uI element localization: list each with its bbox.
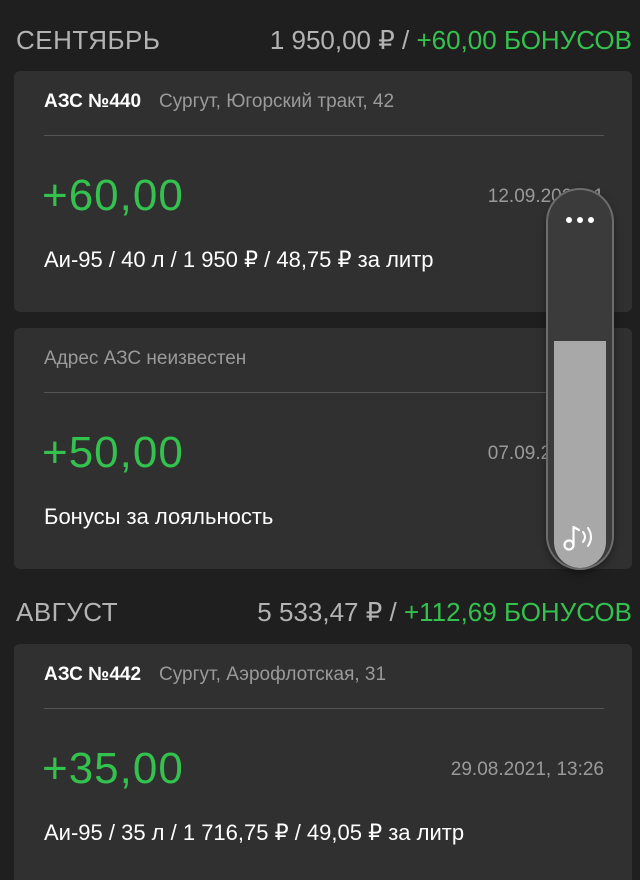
transaction-details: Аи-95 / 40 л / 1 950 ₽ / 48,75 ₽ за литр xyxy=(44,247,434,272)
card-header: АЗС №440 Сургут, Югорский тракт, 42 xyxy=(44,87,394,117)
month-spent: 1 950,00 ₽ xyxy=(269,24,395,55)
bonus-amount: +50,00 xyxy=(42,428,184,477)
month-separator: / xyxy=(394,24,417,55)
station-address: Сургут, Югорский тракт, 42 xyxy=(159,91,395,112)
month-header-september: СЕНТЯБРЬ 1 950,00 ₽ / +60,00 БОНУСОВ xyxy=(0,12,640,68)
month-totals: 5 533,47 ₽ / +112,69 БОНУСОВ xyxy=(257,597,632,628)
transaction-details: Бонусы за лояльность xyxy=(44,504,274,529)
bonus-amount: +35,00 xyxy=(42,744,184,793)
transaction-card[interactable]: АЗС №440 Сургут, Югорский тракт, 42 +60,… xyxy=(14,71,632,312)
month-bonus: +60,00 БОНУСОВ xyxy=(416,24,632,55)
month-name: АВГУСТ xyxy=(16,596,119,627)
more-dots-icon xyxy=(566,217,594,223)
volume-menu-button[interactable] xyxy=(548,190,612,250)
card-header: Адрес АЗС неизвестен xyxy=(44,344,246,374)
month-separator: / xyxy=(382,596,404,627)
music-note-volume-icon[interactable] xyxy=(548,520,612,554)
card-header: АЗС №442 Сургут, Аэрофлотская, 31 xyxy=(44,660,386,690)
transaction-card[interactable]: АЗС №442 Сургут, Аэрофлотская, 31 +35,00… xyxy=(14,644,632,880)
bonus-amount: +60,00 xyxy=(42,171,184,220)
divider xyxy=(44,392,604,393)
transaction-details: Аи-95 / 35 л / 1 716,75 ₽ / 49,05 ₽ за л… xyxy=(44,820,465,845)
station-name: АЗС №442 xyxy=(44,664,142,685)
transaction-date: 29.08.2021, 13:26 xyxy=(450,759,604,780)
station-address-unknown: Адрес АЗС неизвестен xyxy=(44,348,247,369)
volume-slider[interactable] xyxy=(548,190,612,568)
transaction-card[interactable]: Адрес АЗС неизвестен +50,00 07.09.2021, … xyxy=(14,328,632,569)
bonus-history-screen: СЕНТЯБРЬ 1 950,00 ₽ / +60,00 БОНУСОВ АЗС… xyxy=(0,0,640,880)
month-totals: 1 950,00 ₽ / +60,00 БОНУСОВ xyxy=(270,25,632,56)
station-address: Сургут, Аэрофлотская, 31 xyxy=(159,664,387,685)
month-name: СЕНТЯБРЬ xyxy=(16,24,161,55)
divider xyxy=(44,135,604,136)
month-bonus: +112,69 БОНУСОВ xyxy=(403,596,632,627)
station-name: АЗС №440 xyxy=(44,91,142,112)
month-spent: 5 533,47 ₽ xyxy=(257,596,383,627)
divider xyxy=(44,708,604,709)
month-header-august: АВГУСТ 5 533,47 ₽ / +112,69 БОНУСОВ xyxy=(0,584,640,640)
